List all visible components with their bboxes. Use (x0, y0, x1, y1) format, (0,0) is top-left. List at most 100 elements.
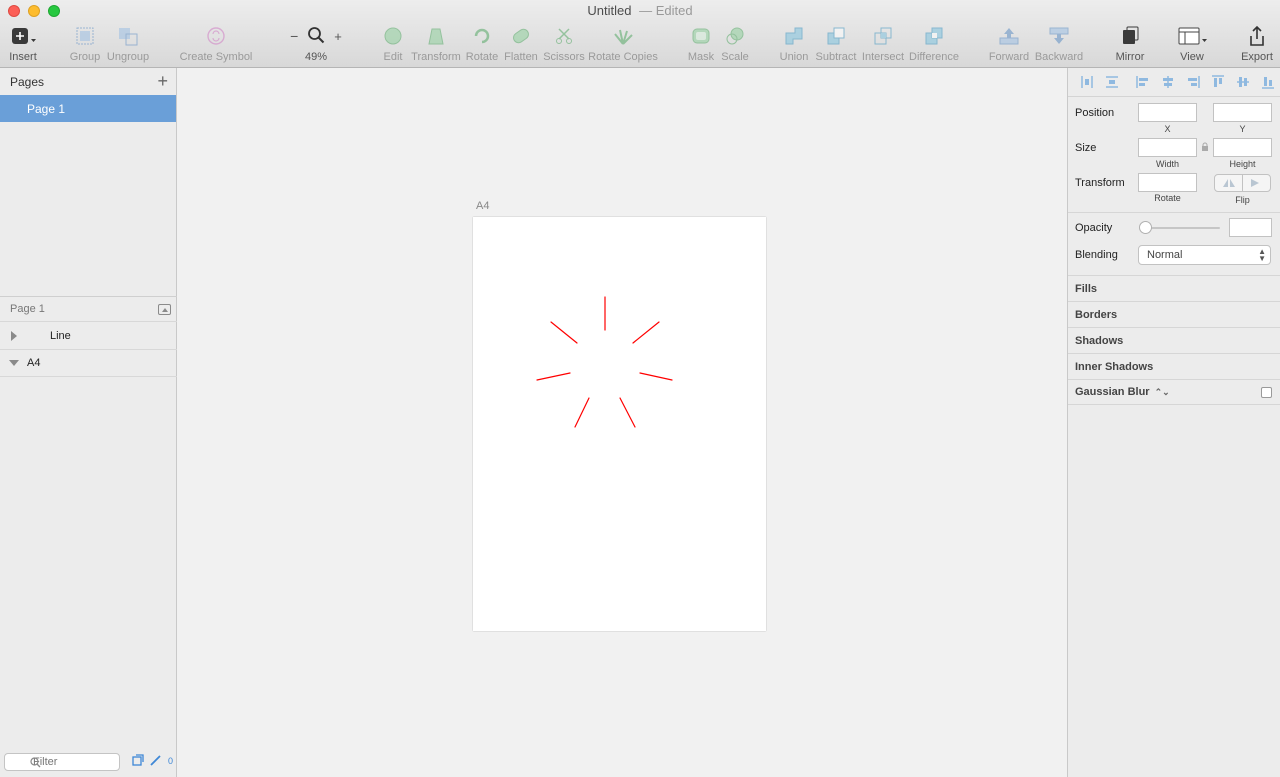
search-icon (30, 757, 41, 771)
union-button[interactable]: Union (778, 24, 810, 64)
create-symbol-button[interactable]: Create Symbol (180, 24, 252, 64)
layer-filter-input[interactable] (4, 753, 120, 771)
forward-button[interactable]: Forward (988, 24, 1030, 64)
position-x-field[interactable] (1138, 103, 1197, 122)
bring-forward-icon (998, 24, 1020, 48)
symbol-icon (206, 24, 226, 48)
fills-section[interactable]: Fills (1068, 275, 1280, 301)
flip-vertical-icon[interactable] (1243, 175, 1270, 191)
flatten-button[interactable]: Flatten (503, 24, 539, 64)
intersect-button[interactable]: Intersect (861, 24, 905, 64)
opacity-slider-knob[interactable] (1139, 221, 1152, 234)
rotate-label: Rotate (465, 51, 499, 63)
page-item-page-1[interactable]: Page 1 (0, 95, 176, 122)
difference-label: Difference (909, 51, 959, 63)
position-y-field[interactable] (1213, 103, 1272, 122)
add-page-icon[interactable]: + (157, 71, 168, 92)
ungroup-label: Ungroup (106, 51, 150, 63)
lock-icon[interactable] (1201, 142, 1209, 155)
insert-button[interactable]: Insert (8, 24, 38, 64)
inspector-panel: Position X Y Size Width Height Transform… (1067, 68, 1280, 777)
width-field[interactable] (1138, 138, 1197, 157)
rotate-field[interactable] (1138, 173, 1197, 192)
slice-filter-icon[interactable] (150, 754, 162, 768)
borders-section[interactable]: Borders (1068, 301, 1280, 327)
subtract-label: Subtract (815, 51, 857, 63)
pages-title: Pages (10, 74, 45, 89)
group-label: Group (69, 51, 101, 63)
rotate-button[interactable]: Rotate (465, 24, 499, 64)
left-sidebar: Pages + Page 1 Page 1 Line A4 0 (0, 68, 177, 777)
borders-section-title: Borders (1075, 308, 1118, 321)
disclosure-down-icon[interactable] (9, 360, 19, 366)
magnifier-icon[interactable] (307, 26, 325, 47)
layer-item-line[interactable]: Line (0, 323, 177, 350)
group-button[interactable]: Group (69, 24, 101, 64)
opacity-slider-track[interactable] (1142, 227, 1220, 229)
artboard-a4[interactable] (473, 217, 766, 631)
align-middle-vertical-icon[interactable] (1230, 72, 1255, 92)
x-caption: X (1164, 124, 1171, 134)
rotate-copies-button[interactable]: Rotate Copies (588, 24, 658, 64)
opacity-field[interactable] (1229, 218, 1272, 237)
blending-label: Blending (1075, 249, 1118, 261)
flip-horizontal-icon[interactable] (1215, 175, 1243, 191)
rotate-copies-shape[interactable] (473, 217, 766, 631)
symbols-filter-icon[interactable] (132, 754, 144, 768)
inner-shadows-section-title: Inner Shadows (1075, 360, 1154, 373)
align-bottom-icon[interactable] (1255, 72, 1280, 92)
align-toolbar (1068, 68, 1280, 97)
subtract-button[interactable]: Subtract (814, 24, 858, 64)
align-top-icon[interactable] (1205, 72, 1230, 92)
size-label: Size (1075, 142, 1097, 154)
send-backward-icon (1048, 24, 1070, 48)
distribute-vertical-icon[interactable] (1099, 72, 1124, 92)
mirror-button[interactable]: Mirror (1112, 24, 1148, 64)
intersect-label: Intersect (861, 51, 905, 63)
backward-button[interactable]: Backward (1034, 24, 1084, 64)
scale-button[interactable]: Scale (720, 24, 750, 64)
disclosure-right-icon[interactable] (11, 331, 17, 341)
edit-button[interactable]: Edit (380, 24, 406, 64)
align-center-horizontal-icon[interactable] (1155, 72, 1180, 92)
flatten-label: Flatten (504, 51, 538, 63)
scissors-label: Scissors (543, 51, 585, 63)
collapse-layers-icon[interactable] (158, 303, 171, 315)
shadows-section[interactable]: Shadows (1068, 327, 1280, 353)
export-button[interactable]: Export (1240, 24, 1274, 64)
canvas[interactable]: A4 (177, 68, 1067, 777)
align-left-icon[interactable] (1130, 72, 1155, 92)
gaussian-blur-checkbox[interactable] (1261, 386, 1272, 398)
union-label: Union (779, 51, 809, 63)
layers-header: Page 1 (0, 296, 177, 322)
height-field[interactable] (1213, 138, 1272, 157)
position-label: Position (1075, 107, 1115, 119)
transform-button[interactable]: Transform (411, 24, 461, 64)
ungroup-icon (117, 24, 139, 48)
inner-shadows-section[interactable]: Inner Shadows (1068, 353, 1280, 379)
artboard-label[interactable]: A4 (476, 200, 489, 212)
gaussian-blur-section[interactable]: Gaussian Blur ⌃⌄ (1068, 379, 1280, 405)
blending-select[interactable]: Normal ▲ ▼ (1138, 245, 1271, 265)
zoom-out-icon[interactable]: − (290, 28, 298, 44)
mirror-icon (1120, 24, 1140, 48)
distribute-horizontal-icon[interactable] (1074, 72, 1099, 92)
difference-button[interactable]: Difference (909, 24, 959, 64)
ungroup-button[interactable]: Ungroup (106, 24, 150, 64)
mask-label: Mask (687, 51, 715, 63)
create-symbol-label: Create Symbol (179, 51, 253, 63)
group-icon (75, 24, 95, 48)
zoom-in-icon[interactable]: + (334, 29, 342, 44)
fills-section-title: Fills (1075, 282, 1098, 295)
line-copy-5 (574, 397, 590, 428)
scissors-button[interactable]: Scissors (543, 24, 585, 64)
edited-status: — Edited (639, 3, 693, 18)
rotate-icon (471, 24, 493, 48)
difference-icon (924, 24, 944, 48)
align-right-icon[interactable] (1180, 72, 1205, 92)
view-button[interactable]: View (1172, 24, 1212, 64)
mask-button[interactable]: Mask (686, 24, 716, 64)
view-icon (1177, 24, 1207, 48)
layer-item-a4[interactable]: A4 (0, 350, 177, 377)
blur-type-chevron-icon[interactable]: ⌃⌄ (1155, 387, 1170, 398)
